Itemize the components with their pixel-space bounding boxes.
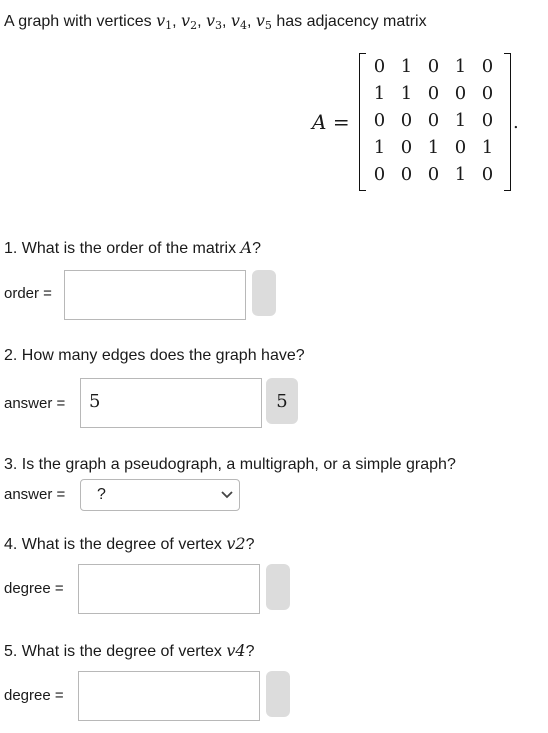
matrix-cell: 1 — [454, 110, 467, 131]
matrix-left-bracket — [359, 53, 366, 191]
matrix-cell: 1 — [373, 137, 386, 158]
vertex-v4: v4 — [230, 11, 247, 32]
matrix-cell: 0 — [481, 110, 494, 131]
order-preview — [252, 270, 276, 316]
vertex-v1: v1 — [156, 11, 173, 32]
matrix-cell: 1 — [481, 137, 494, 158]
adjacency-matrix: 0101011000000101010100010 — [366, 53, 502, 188]
question-2: 2. How many edges does the graph have? — [4, 347, 305, 364]
matrix-cell: 1 — [454, 164, 467, 185]
degree-v4-preview — [266, 671, 290, 717]
vertex-v3: v3 — [205, 11, 222, 32]
graph-type-label: answer = — [4, 486, 66, 503]
edges-answer-preview: 5 — [266, 378, 298, 424]
order-input[interactable] — [64, 270, 246, 320]
matrix-cell: 1 — [454, 56, 467, 77]
vertex-v2: v2 — [181, 11, 198, 32]
matrix-cell: 1 — [400, 56, 413, 77]
edges-answer-input[interactable]: 5 — [80, 378, 262, 428]
matrix-cell: 0 — [373, 56, 386, 77]
vertex-v5: v5 — [255, 11, 272, 32]
matrix-cell: 0 — [373, 164, 386, 185]
problem-statement: A graph with vertices v1, v2, v3, v4, v5… — [4, 11, 427, 32]
matrix-cell: 0 — [427, 83, 440, 104]
question-4: 4. What is the degree of vertex v2? — [4, 534, 255, 553]
degree-v2-input[interactable] — [78, 564, 260, 614]
matrix-right-bracket — [504, 53, 511, 191]
question-1: 1. What is the order of the matrix A? — [4, 238, 262, 257]
matrix-cell: 0 — [427, 56, 440, 77]
matrix-cell: 0 — [481, 83, 494, 104]
matrix-cell: 1 — [373, 83, 386, 104]
matrix-cell: 0 — [373, 110, 386, 131]
degree-v4-label: degree = — [4, 687, 64, 704]
degree-v4-input[interactable] — [78, 671, 260, 721]
matrix-cell: 0 — [454, 137, 467, 158]
chevron-down-icon — [221, 491, 233, 499]
degree-v2-label: degree = — [4, 580, 64, 597]
matrix-cell: 0 — [454, 83, 467, 104]
graph-type-select[interactable]: ? — [80, 479, 240, 511]
matrix-label: A = — [312, 110, 350, 134]
matrix-cell: 1 — [400, 83, 413, 104]
degree-v2-preview — [266, 564, 290, 610]
edges-answer-label: answer = — [4, 395, 66, 412]
matrix-cell: 0 — [400, 164, 413, 185]
order-label: order = — [4, 285, 52, 302]
question-3: 3. Is the graph a pseudograph, a multigr… — [4, 456, 456, 473]
matrix-cell: 1 — [427, 137, 440, 158]
matrix-cell: 0 — [400, 110, 413, 131]
matrix-period: . — [513, 112, 519, 133]
matrix-cell: 0 — [481, 56, 494, 77]
matrix-cell: 0 — [400, 137, 413, 158]
question-5: 5. What is the degree of vertex v4? — [4, 641, 255, 660]
matrix-cell: 0 — [481, 164, 494, 185]
matrix-cell: 0 — [427, 110, 440, 131]
matrix-cell: 0 — [427, 164, 440, 185]
